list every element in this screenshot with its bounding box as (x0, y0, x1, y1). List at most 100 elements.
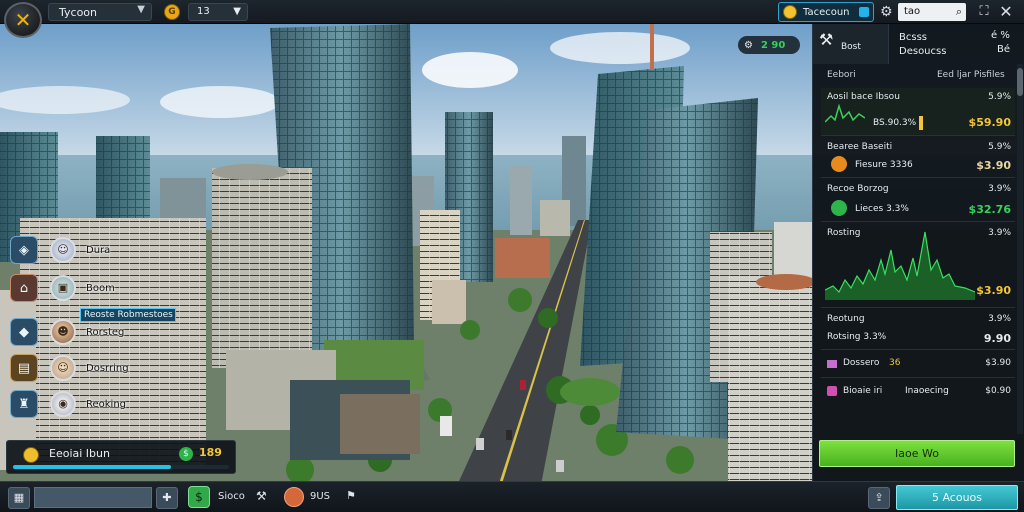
stock-amount: $0.90 (985, 386, 1011, 396)
add-money-icon[interactable] (859, 7, 869, 17)
gem-icon (831, 200, 847, 216)
balance-value: 189 (199, 446, 222, 459)
money-value: Tacecoun (803, 6, 850, 18)
marker (919, 116, 923, 130)
scrollbar[interactable] (1017, 64, 1023, 434)
stock-amount: 9.90 (983, 332, 1011, 345)
header-col2: Desoucss (899, 46, 947, 57)
close-icon[interactable]: ✕ (996, 2, 1016, 22)
sparkline-chart (825, 231, 975, 300)
city-name-label: Tycoon (59, 5, 97, 19)
chevron-down-icon: ▼ (233, 6, 241, 17)
balance-panel: Eeoiai Ibun $ 189 (6, 440, 236, 474)
level-dropdown[interactable]: 13 ▼ (188, 3, 248, 21)
column-header-right: Eed ljar Pisfiles (937, 70, 1005, 80)
left-menu-label: Dosrring (86, 362, 129, 374)
stock-change: 3.9% (988, 184, 1011, 194)
stock-name: Dossero (843, 358, 880, 368)
tag-icon (827, 386, 837, 396)
stock-row[interactable]: Bioaie iri Inaoecing $0.90 (821, 382, 1015, 406)
action-button[interactable]: 5 Acouos (896, 485, 1018, 510)
chat-input[interactable] (34, 487, 152, 508)
level-value: 13 (197, 6, 210, 17)
stock-amount: $3.90 (976, 159, 1011, 172)
settings-icon: ⚙ (744, 39, 753, 51)
pickaxe-icon: ⚒ (819, 30, 834, 49)
stock-change: 3.9% (988, 228, 1011, 238)
bottom-label-2: 9US (310, 491, 331, 502)
stock-sub: Inaoecing (905, 386, 949, 396)
app-logo-icon[interactable]: ✕ (4, 2, 42, 38)
avatar: ☺ (50, 355, 76, 381)
build-icon[interactable]: ✚ (156, 487, 178, 509)
person-avatar-icon: ☻ (50, 319, 76, 345)
wrench-icon[interactable]: ⚒ (256, 489, 267, 503)
left-menu-item-dura[interactable]: ◈ ☺ Dura (10, 236, 110, 264)
tag-icon (827, 360, 837, 368)
panel-tab-label: Bost (841, 42, 861, 52)
avatar: ☺ (50, 237, 76, 263)
stock-name: Reotung (827, 314, 865, 324)
stock-amount: $3.90 (985, 358, 1011, 368)
income-badge: ⚙ 2 90 (738, 36, 800, 54)
avatar: ◉ (50, 391, 76, 417)
stock-row[interactable]: Rosting 3.9% $3.90 (821, 224, 1015, 308)
panel-header: ⚒ Bost Bcsss é % Desoucss Bé (813, 24, 1024, 64)
house-icon: ⌂ (10, 274, 38, 302)
stock-row[interactable]: Aosil bace Ibsou 5.9% BS.90.3% $59.90 (821, 88, 1015, 136)
column-header-left: Eebori (827, 70, 856, 80)
scrollbar-thumb[interactable] (1017, 68, 1023, 96)
stock-amount: $59.90 (968, 116, 1011, 129)
left-menu-item-reoking[interactable]: ♜ ◉ Reoking (10, 390, 126, 418)
stock-row[interactable]: Recoe Borzog 3.9% Lieces 3.3% $32.76 (821, 180, 1015, 222)
stock-sub: Lieces 3.3% (855, 204, 909, 214)
buy-button[interactable]: Iaoe Wo (819, 440, 1015, 467)
resource-icon[interactable] (284, 487, 304, 507)
sparkline (825, 103, 865, 123)
bottom-label-1: Sioco (218, 491, 245, 502)
stock-change: 5.9% (988, 92, 1011, 102)
share-icon[interactable]: ⇪ (868, 487, 890, 509)
gear-icon[interactable]: ⚙ (880, 4, 893, 20)
stock-row[interactable]: Reotung 3.9% Rotsing 3.3% 9.90 (821, 310, 1015, 350)
stock-row[interactable]: Dossero 36 $3.90 (821, 354, 1015, 378)
menu-icon[interactable]: ▦ (8, 487, 30, 509)
progress-fill (13, 465, 171, 469)
avatar: ▣ (50, 275, 76, 301)
income-badge-value: 2 90 (760, 39, 786, 51)
stock-sub: BS.90.3% (873, 118, 917, 128)
left-menu-label: Dura (86, 244, 111, 256)
search-input[interactable]: tao ⌕ (898, 3, 966, 21)
header-col2-right: Bé (997, 44, 1011, 55)
search-icon[interactable]: ⌕ (956, 3, 962, 21)
city-name-dropdown[interactable]: Tycoon ▼ (48, 3, 152, 21)
stock-sub: Fiesure 3336 (855, 160, 913, 170)
diamond-icon: ◆ (10, 318, 38, 346)
fullscreen-icon[interactable]: ⛶ (974, 2, 994, 22)
stock-name: Recoe Borzog (827, 184, 889, 194)
header-col1-right: é % (991, 30, 1010, 41)
stock-name: Bearee Baseiti (827, 142, 893, 152)
money-display[interactable]: Tacecoun (778, 2, 874, 22)
panel-tab[interactable]: ⚒ Bost (813, 24, 889, 64)
sun-icon (831, 156, 847, 172)
stock-name: Aosil bace Ibsou (827, 92, 900, 102)
coin-icon[interactable]: G (164, 4, 180, 20)
money-bag-icon[interactable]: $ (188, 486, 210, 508)
left-menu-label: Boom (86, 282, 115, 294)
stock-amount: $32.76 (968, 203, 1011, 216)
left-menu-label: Reoking (86, 398, 127, 410)
tools-icon[interactable]: ⚑ (346, 489, 356, 502)
chart-icon: ▤ (10, 354, 38, 382)
chevron-down-icon: ▼ (137, 4, 145, 15)
stock-sub: Rotsing 3.3% (827, 332, 887, 342)
cash-icon: $ (179, 447, 193, 461)
search-value: tao (904, 6, 921, 17)
stock-name: Bioaie iri (843, 386, 883, 396)
stock-amount: $3.90 (976, 284, 1011, 297)
left-menu-item-dosrring[interactable]: ▤ ☺ Dosrring (10, 354, 129, 382)
stock-change: 5.9% (988, 142, 1011, 152)
left-menu-item-rorsteg[interactable]: ◆ ☻ Rorsteg (10, 318, 124, 346)
left-menu-item-boom[interactable]: ⌂ ▣ Boom (10, 274, 115, 302)
stock-row[interactable]: Bearee Baseiti 5.9% Fiesure 3336 $3.90 (821, 138, 1015, 178)
